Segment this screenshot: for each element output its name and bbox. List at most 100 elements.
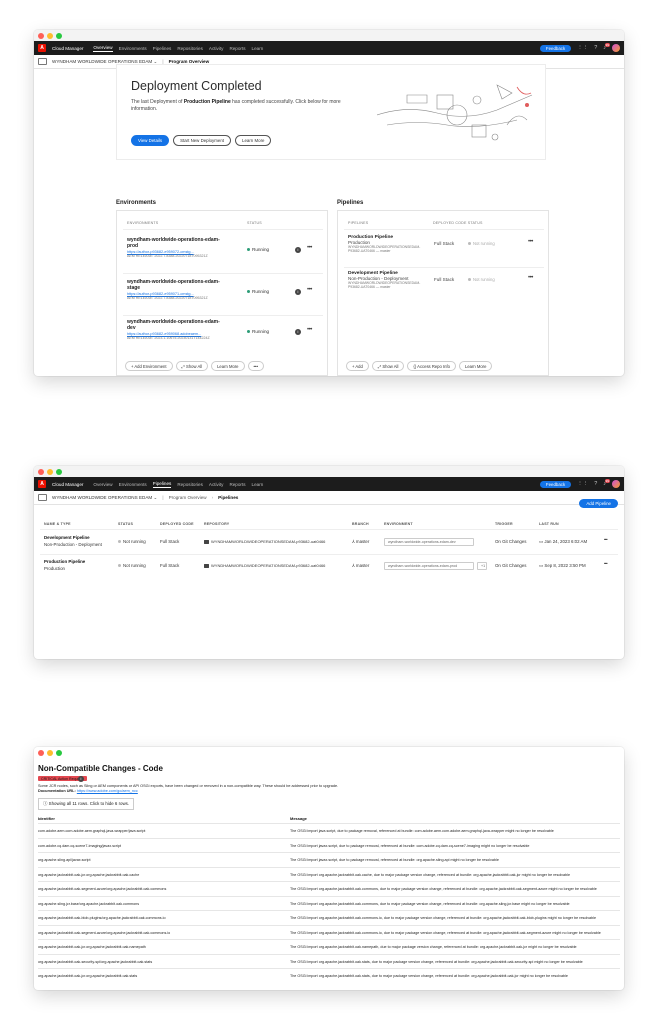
col-code-status: DEPLOYED CODE STATUS <box>433 221 483 225</box>
maximize-window-button[interactable] <box>56 749 62 756</box>
notifications-bell-icon[interactable]: ♪ 99 <box>603 479 610 487</box>
learn-more-button[interactable]: Learn More <box>235 135 272 146</box>
identifier-cell: org.apache.sling.api/javax.script <box>38 858 91 862</box>
pipelines-card: PIPELINES DEPLOYED CODE STATUS Productio… <box>337 210 549 376</box>
pipeline-row[interactable]: Production Pipeline Production WYNDHAMWO… <box>348 235 543 254</box>
message-cell: The OSGi import org.apache.jackrabbit.oa… <box>290 901 570 906</box>
col-last-run: LAST RUN <box>539 522 559 526</box>
documentation-link[interactable]: https://www.adobe.com/go/aem_ncc <box>77 789 138 793</box>
breadcrumb-program-overview[interactable]: Program Overview <box>169 495 207 500</box>
folder-icon <box>204 563 209 568</box>
show-all-pipelines-button[interactable]: ⤢ Show All <box>371 361 405 371</box>
more-options-icon[interactable]: ••• <box>528 275 533 281</box>
col-message: Message <box>290 816 307 821</box>
pipelines-learn-more-button[interactable]: Learn More <box>458 361 493 371</box>
access-repo-info-button[interactable]: {} Access Repo Info <box>407 361 456 371</box>
table-row: org.apache.jackrabbit.oak-blob-plugins/o… <box>38 910 620 925</box>
environment-extra-field[interactable]: +1 <box>477 562 487 570</box>
maximize-window-button[interactable] <box>56 32 62 39</box>
table-row[interactable]: Development Pipeline Non-Production - De… <box>34 532 624 554</box>
description: Some JCR nodes, such as Sling or AEM com… <box>38 784 339 793</box>
nav-pipelines[interactable]: Pipelines <box>152 481 172 488</box>
info-icon[interactable]: i <box>295 289 301 295</box>
close-window-button[interactable] <box>38 32 44 39</box>
feedback-button[interactable]: Feedback <box>539 44 572 52</box>
help-icon[interactable]: ? <box>594 45 597 51</box>
help-icon[interactable]: ? <box>594 481 597 487</box>
apps-grid-icon[interactable]: ⋮⋮ <box>577 45 588 51</box>
message-cell: The OSGi import java.script, due to pack… <box>290 829 554 833</box>
environments-learn-more-button[interactable]: Learn More <box>211 361 245 371</box>
pipelines-screenshot: A Cloud Manager Overview Environments Pi… <box>34 466 624 659</box>
status-not-running-icon <box>118 540 121 544</box>
env-row[interactable]: wyndham-worldwide-operations-edam- prod … <box>127 237 322 258</box>
nav-repositories[interactable]: Repositories <box>177 482 203 487</box>
maximize-window-button[interactable] <box>56 468 62 475</box>
app-name: Cloud Manager <box>52 481 84 487</box>
user-avatar[interactable] <box>612 480 620 488</box>
close-window-button[interactable] <box>38 468 44 475</box>
nav-activity[interactable]: Activity <box>209 482 224 487</box>
col-repository: REPOSITORY <box>204 522 230 526</box>
table-row: org.apache.jackrabbit.oak-segment-azure/… <box>38 924 620 940</box>
chevron-down-icon: ⌄ <box>153 494 158 500</box>
apps-grid-icon[interactable]: ⋮⋮ <box>577 481 588 487</box>
show-all-rows-toggle[interactable]: ⓘ Showing all 11 rows. Click to hide 6 r… <box>38 798 135 810</box>
table-row[interactable]: Production Pipeline Production Not runni… <box>34 556 624 578</box>
top-nav: A Cloud Manager Overview Environments Pi… <box>34 477 624 491</box>
pipelines-title: Pipelines <box>337 200 364 206</box>
environments-more-button[interactable]: ••• <box>247 361 264 371</box>
add-environment-button[interactable]: + Add Environment <box>125 361 173 371</box>
more-options-icon[interactable]: ••• <box>604 537 608 542</box>
add-pipeline-button[interactable]: + Add <box>346 361 369 371</box>
status-running-icon <box>247 290 250 294</box>
feedback-button[interactable]: Feedback <box>539 480 572 488</box>
status-not-running-icon <box>468 278 471 282</box>
info-icon[interactable]: i <box>295 247 301 253</box>
show-all-environments-button[interactable]: ⤢ Show All <box>175 361 209 371</box>
calendar-icon: ▭ <box>539 563 544 568</box>
minimize-window-button[interactable] <box>47 468 53 475</box>
nav-activity[interactable]: Activity <box>209 46 224 51</box>
nav-learn[interactable]: Learn <box>252 46 264 51</box>
info-icon[interactable]: i <box>295 329 301 335</box>
more-options-icon[interactable]: ••• <box>528 239 533 245</box>
more-options-icon[interactable]: ••• <box>307 327 312 333</box>
minimize-window-button[interactable] <box>47 749 53 756</box>
view-details-button[interactable]: View Details <box>131 135 170 146</box>
message-cell: The OSGi import org.apache.jackrabbit.oa… <box>290 887 597 891</box>
nav-reports[interactable]: Reports <box>229 46 245 51</box>
more-options-icon[interactable]: ••• <box>307 287 312 293</box>
nav-learn[interactable]: Learn <box>252 482 264 487</box>
window-titlebar <box>34 747 624 758</box>
nav-pipelines[interactable]: Pipelines <box>153 46 172 51</box>
env-row[interactable]: wyndham-worldwide-operations-edam- dev h… <box>127 319 322 340</box>
nav-reports[interactable]: Reports <box>229 482 245 487</box>
identifier-cell: org.apache.jackrabbit.oak-blob-plugins/o… <box>38 916 166 920</box>
page-title: Non-Compatible Changes - Code <box>38 764 163 773</box>
program-selector[interactable]: WYNDHAM WORLDWIDE OPERATIONS EDAM ⌄ <box>52 495 157 501</box>
nav-overview[interactable]: Overview <box>93 482 112 487</box>
more-options-icon[interactable]: ••• <box>604 561 608 566</box>
start-new-deployment-button[interactable]: Start New Deployment <box>173 135 232 146</box>
pipeline-row[interactable]: Development Pipeline Non-Production - De… <box>348 271 543 290</box>
info-icon[interactable]: i <box>78 776 84 782</box>
environment-field[interactable]: wyndham-worldwide-operations-edam-dev <box>384 538 474 546</box>
more-options-icon[interactable]: ••• <box>307 245 312 251</box>
col-identifier: Identifier <box>38 816 55 821</box>
nav-overview[interactable]: Overview <box>93 45 113 52</box>
nav-repositories[interactable]: Repositories <box>177 46 203 51</box>
env-row[interactable]: wyndham-worldwide-operations-edam- stage… <box>127 279 322 300</box>
notifications-bell-icon[interactable]: ♪ 99 <box>603 43 610 51</box>
environment-field[interactable]: wyndham-worldwide-operations-edam-prod <box>384 562 474 570</box>
close-window-button[interactable] <box>38 749 44 756</box>
add-pipeline-button[interactable]: Add Pipeline <box>579 499 618 508</box>
folder-icon <box>204 539 209 544</box>
col-pipelines: PIPELINES <box>348 221 369 225</box>
nav-environments[interactable]: Environments <box>119 46 147 51</box>
table-row: org.apache.sling.jcr.base/org.apache.jac… <box>38 895 620 911</box>
user-avatar[interactable] <box>612 44 620 52</box>
minimize-window-button[interactable] <box>47 32 53 39</box>
message-cell: The OSGi import org.apache.jackrabbit.oa… <box>290 945 577 949</box>
nav-environments[interactable]: Environments <box>119 482 147 487</box>
